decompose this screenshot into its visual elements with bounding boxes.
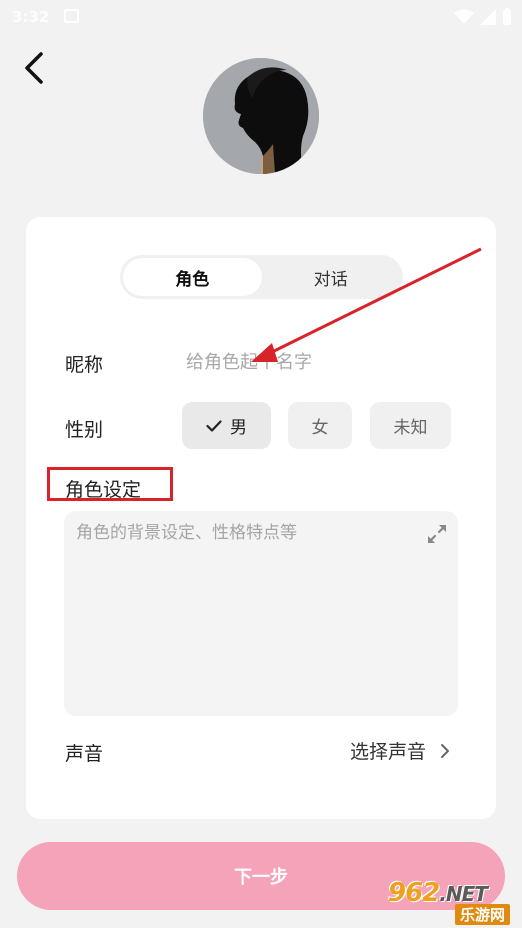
notification-icon <box>64 9 79 23</box>
status-bar: 3:32 <box>0 0 522 34</box>
signal-icon <box>480 8 496 25</box>
gender-option-unknown[interactable]: 未知 <box>370 402 451 449</box>
check-icon <box>206 419 222 432</box>
gender-option-female[interactable]: 女 <box>288 402 352 449</box>
tab-role[interactable]: 角色 <box>123 258 262 296</box>
site-watermark: 962.NET 乐游网 <box>384 878 516 925</box>
battery-icon <box>503 8 511 25</box>
watermark-subtitle: 乐游网 <box>454 904 510 925</box>
voice-select-value: 选择声音 <box>349 741 426 763</box>
status-icons <box>454 8 512 25</box>
role-setting-textarea[interactable] <box>76 521 416 701</box>
wifi-icon <box>454 9 474 24</box>
gender-option-label: 女 <box>311 418 329 438</box>
gender-option-male[interactable]: 男 <box>182 402 271 449</box>
chevron-right-icon <box>441 743 449 758</box>
annotation-highlight-box <box>47 467 173 501</box>
chevron-left-icon <box>25 52 43 84</box>
tab-dialogue[interactable]: 对话 <box>262 258 401 296</box>
role-setting-area <box>64 511 458 716</box>
gender-option-label: 未知 <box>393 418 428 438</box>
tab-switcher: 角色 对话 <box>120 255 403 299</box>
voice-select-button[interactable]: 选择声音 <box>350 737 450 764</box>
voice-label: 声音 <box>65 743 104 765</box>
nickname-input[interactable] <box>186 344 466 380</box>
avatar[interactable] <box>203 58 319 174</box>
expand-icon[interactable] <box>426 523 448 545</box>
silhouette-avatar-icon <box>203 58 319 174</box>
nickname-label: 昵称 <box>65 354 104 376</box>
gender-label: 性别 <box>65 419 104 441</box>
back-button[interactable] <box>16 50 52 86</box>
status-time: 3:32 <box>12 8 50 26</box>
gender-option-label: 男 <box>230 418 247 438</box>
role-form-card: 角色 对话 昵称 性别 男 女 未知 角色设定 声音 选择声音 <box>26 217 496 819</box>
